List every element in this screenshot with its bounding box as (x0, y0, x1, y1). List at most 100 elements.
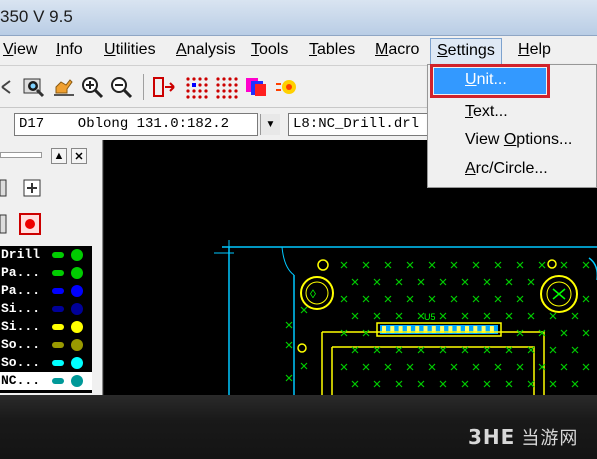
layer-row[interactable]: Drill (0, 246, 92, 264)
dcode-combo[interactable]: D17 Oblong 131.0:182.2 (14, 113, 258, 136)
drill-cross-mark (384, 261, 392, 269)
drill-cross-mark (428, 261, 436, 269)
drill-cross-mark (582, 329, 590, 337)
drill-cross-mark (472, 295, 480, 303)
layer-combo[interactable]: L8:NC_Drill.drl (288, 113, 428, 136)
dcode-dropdown-arrow-icon[interactable]: ▼ (260, 114, 280, 135)
drill-cross-mark (549, 346, 557, 354)
svg-text:◊: ◊ (310, 287, 316, 301)
watermark-logo: 3HE (468, 425, 516, 449)
panel-slider[interactable] (0, 152, 42, 158)
drill-cross-mark (439, 380, 447, 388)
drill-cross-mark (428, 363, 436, 371)
layer-row[interactable]: So... (0, 336, 92, 354)
layer-panel: ▲ ✕ Drill Pa... Pa... Si... Si... So... … (0, 140, 103, 395)
drill-cross-mark (373, 380, 381, 388)
menu-info[interactable]: Info (56, 41, 83, 59)
drill-cross-mark (516, 261, 524, 269)
drill-cross-mark (549, 312, 557, 320)
layer-row[interactable]: Si... (0, 300, 92, 318)
drill-cross-mark (549, 380, 557, 388)
drill-cross-mark (340, 261, 348, 269)
drill-cross-mark (516, 363, 524, 371)
add-layer-icon[interactable] (152, 75, 176, 99)
record-icon[interactable] (18, 212, 42, 236)
drill-cross-mark (340, 329, 348, 337)
layer-row[interactable]: So... (0, 354, 92, 372)
drill-cross-mark (527, 346, 535, 354)
scroll-up-icon[interactable]: ▲ (51, 148, 67, 164)
panel-tool-2-icon[interactable] (0, 212, 8, 236)
layer-row[interactable]: Pa... (0, 264, 92, 282)
drill-cross-mark (472, 363, 480, 371)
menu-item-arc-circle[interactable]: Arc/Circle... (465, 160, 548, 178)
drill-cross-mark (351, 278, 359, 286)
drill-cross-mark (527, 380, 535, 388)
drill-cross-mark (300, 362, 308, 370)
toolbar-separator (143, 74, 144, 100)
menu-settings[interactable]: Settings (430, 38, 502, 65)
drill-cross-mark (483, 346, 491, 354)
drill-cross-mark (373, 346, 381, 354)
drill-cross-mark (461, 346, 469, 354)
menu-item-text[interactable]: Text... (465, 103, 508, 121)
zoom-area-icon[interactable] (22, 75, 46, 99)
drill-cross-mark (340, 295, 348, 303)
drill-cross-mark (450, 295, 458, 303)
pan-icon[interactable] (52, 75, 76, 99)
drill-cross-mark (527, 312, 535, 320)
panel-tool-icon[interactable] (0, 176, 8, 200)
menu-help[interactable]: Help (518, 41, 551, 59)
drill-cross-mark (505, 380, 513, 388)
zoom-out-icon[interactable] (109, 75, 133, 99)
watermark: 3HE 当游网 (468, 424, 578, 450)
highlight-icon[interactable] (275, 75, 299, 99)
drill-cross-mark (285, 341, 293, 349)
drill-cross-mark (285, 321, 293, 329)
drill-cross-mark (472, 261, 480, 269)
window-title: 350 V 9.5 (0, 7, 73, 26)
drill-cross-mark (582, 363, 590, 371)
drill-cross-mark (450, 261, 458, 269)
grid-icon[interactable] (214, 75, 238, 99)
layer-row[interactable]: Pa... (0, 282, 92, 300)
drill-cross-mark (582, 261, 590, 269)
menu-macro[interactable]: Macro (375, 41, 419, 59)
drill-cross-mark (351, 346, 359, 354)
drill-cross-mark (505, 278, 513, 286)
drill-cross-mark (395, 380, 403, 388)
layer-row-selected[interactable]: NC... (0, 372, 92, 390)
settings-dropdown: Unit... Text... View Options... Arc/Circ… (427, 64, 597, 188)
drill-cross-mark (362, 261, 370, 269)
grid-snap-icon[interactable] (184, 75, 208, 99)
menu-utilities[interactable]: Utilities (104, 41, 156, 59)
drill-cross-mark (373, 278, 381, 286)
drill-cross-mark (527, 278, 535, 286)
drill-cross-mark (560, 329, 568, 337)
drill-cross-mark (406, 295, 414, 303)
drill-cross-mark (461, 278, 469, 286)
drill-cross-mark (571, 312, 579, 320)
layer-colors-icon[interactable] (244, 75, 268, 99)
menu-item-unit[interactable]: Unit... (430, 64, 550, 98)
drill-cross-mark (351, 380, 359, 388)
open-icon[interactable] (0, 75, 14, 99)
title-bar: 350 V 9.5 (0, 0, 597, 36)
drill-cross-mark (439, 346, 447, 354)
drill-cross-mark (505, 346, 513, 354)
drill-cross-mark (285, 374, 293, 382)
drill-cross-mark (300, 306, 308, 314)
menu-analysis[interactable]: Analysis (176, 41, 236, 59)
add-item-icon[interactable] (20, 176, 44, 200)
drill-cross-mark (395, 278, 403, 286)
menu-tools[interactable]: Tools (251, 41, 288, 59)
layer-row[interactable]: Si... (0, 318, 92, 336)
menu-bar: View Info Utilities Analysis Tools Table… (0, 36, 597, 66)
menu-view[interactable]: View (3, 41, 37, 59)
menu-tables[interactable]: Tables (309, 41, 355, 59)
zoom-in-icon[interactable] (80, 75, 104, 99)
menu-item-view-options[interactable]: View Options... (465, 131, 572, 149)
drill-cross-mark (483, 278, 491, 286)
drill-cross-mark (384, 363, 392, 371)
close-icon[interactable]: ✕ (71, 148, 87, 164)
